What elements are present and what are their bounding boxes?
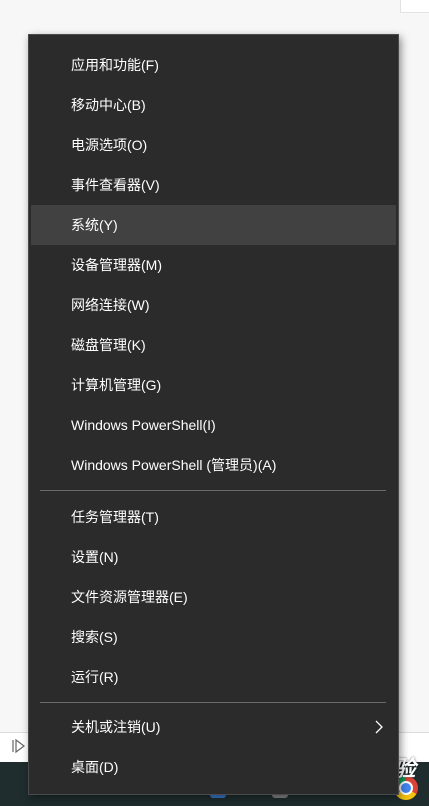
menu-item-powershell[interactable]: Windows PowerShell(I) xyxy=(31,405,396,445)
menu-item-label: 文件资源管理器(E) xyxy=(71,589,188,605)
menu-separator xyxy=(40,702,386,703)
menu-item-label: 设置(N) xyxy=(71,549,119,565)
menu-item-disk-management[interactable]: 磁盘管理(K) xyxy=(31,325,396,365)
menu-item-apps-features[interactable]: 应用和功能(F) xyxy=(31,45,396,85)
menu-item-label: 任务管理器(T) xyxy=(71,509,159,525)
background-window-corner xyxy=(400,0,429,13)
winx-context-menu: 应用和功能(F) 移动中心(B) 电源选项(O) 事件查看器(V) 系统(Y) … xyxy=(28,34,399,795)
play-pause-icon xyxy=(12,738,25,754)
menu-separator xyxy=(40,490,386,491)
menu-item-label: 事件查看器(V) xyxy=(71,177,160,193)
menu-item-label: 移动中心(B) xyxy=(71,97,146,113)
menu-item-label: 关机或注销(U) xyxy=(71,719,161,735)
menu-item-power-options[interactable]: 电源选项(O) xyxy=(31,125,396,165)
menu-item-label: 计算机管理(G) xyxy=(71,377,162,393)
menu-item-label: 电源选项(O) xyxy=(71,137,148,153)
chevron-right-icon xyxy=(375,720,383,734)
menu-item-label: Windows PowerShell(I) xyxy=(71,417,216,433)
menu-item-label: 设备管理器(M) xyxy=(71,257,162,273)
menu-item-label: 网络连接(W) xyxy=(71,297,150,313)
menu-item-label: 磁盘管理(K) xyxy=(71,337,146,353)
menu-item-mobility-center[interactable]: 移动中心(B) xyxy=(31,85,396,125)
menu-item-label: 系统(Y) xyxy=(71,217,118,233)
menu-item-computer-management[interactable]: 计算机管理(G) xyxy=(31,365,396,405)
media-controls-icon[interactable] xyxy=(10,738,26,754)
menu-item-label: 运行(R) xyxy=(71,669,119,685)
menu-item-device-manager[interactable]: 设备管理器(M) xyxy=(31,245,396,285)
menu-item-run[interactable]: 运行(R) xyxy=(31,657,396,697)
menu-item-label: 搜索(S) xyxy=(71,629,118,645)
menu-item-search[interactable]: 搜索(S) xyxy=(31,617,396,657)
menu-item-file-explorer[interactable]: 文件资源管理器(E) xyxy=(31,577,396,617)
menu-item-event-viewer[interactable]: 事件查看器(V) xyxy=(31,165,396,205)
menu-item-settings[interactable]: 设置(N) xyxy=(31,537,396,577)
menu-item-desktop[interactable]: 桌面(D) xyxy=(31,747,396,787)
menu-item-label: 桌面(D) xyxy=(71,759,119,775)
menu-item-label: Windows PowerShell (管理员)(A) xyxy=(71,457,277,473)
menu-item-system[interactable]: 系统(Y) xyxy=(31,205,396,245)
menu-item-task-manager[interactable]: 任务管理器(T) xyxy=(31,497,396,537)
menu-item-network-connections[interactable]: 网络连接(W) xyxy=(31,285,396,325)
menu-item-label: 应用和功能(F) xyxy=(71,57,159,73)
menu-item-shutdown-signout[interactable]: 关机或注销(U) xyxy=(31,707,396,747)
menu-item-powershell-admin[interactable]: Windows PowerShell (管理员)(A) xyxy=(31,445,396,485)
